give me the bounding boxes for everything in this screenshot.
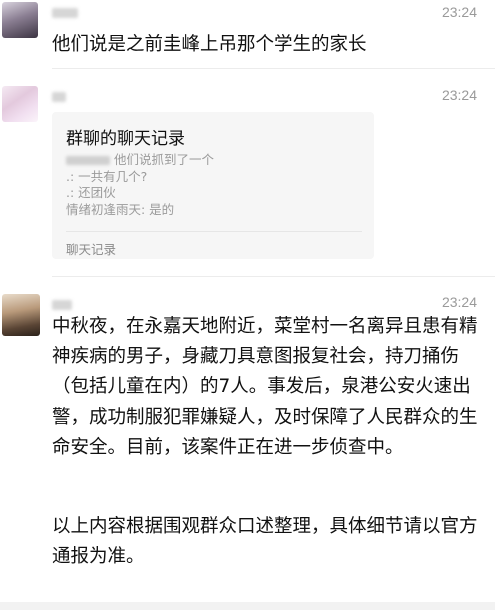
avatar[interactable] <box>2 294 40 336</box>
chat-message-2: 23:24 群聊的聊天记录 他们说抓到了一个 .: 一共有几个? .: 还团伙 … <box>0 70 495 278</box>
chat-record-preview: 他们说抓到了一个 .: 一共有几个? .: 还团伙 情绪初逢雨天: 是的 <box>66 152 214 218</box>
message-time: 23:24 <box>441 294 477 310</box>
message-divider <box>52 68 495 69</box>
blurred-sender <box>66 156 110 165</box>
avatar[interactable] <box>2 86 38 122</box>
chat-record-separator <box>66 231 362 232</box>
chat-record-line: 他们说抓到了一个 <box>66 152 214 169</box>
chat-record-line: 情绪初逢雨天: 是的 <box>66 201 175 217</box>
chat-record-line: .: 一共有几个? <box>66 168 148 184</box>
message-paragraph[interactable]: 以上内容根据围观群众口述整理，具体细节请以官方通报为准。 <box>52 512 480 572</box>
avatar[interactable] <box>2 2 38 38</box>
message-text[interactable]: 他们说是之前圭峰上吊那个学生的家长 <box>52 30 367 56</box>
sender-name-blurred <box>52 90 66 103</box>
message-paragraph[interactable]: 中秋夜，在永嘉天地附近，菜堂村一名离异且患有精神疾病的男子，身藏刀具意图报复社会… <box>52 312 480 463</box>
chat-record-card[interactable]: 群聊的聊天记录 他们说抓到了一个 .: 一共有几个? .: 还团伙 情绪初逢雨天… <box>52 112 374 259</box>
chat-record-title: 群聊的聊天记录 <box>66 129 185 149</box>
chat-record-footer: 聊天记录 <box>66 242 117 257</box>
sender-name-blurred <box>52 298 72 311</box>
chat-message-3: 23:24 中秋夜，在永嘉天地附近，菜堂村一名离异且患有精神疾病的男子，身藏刀具… <box>0 278 495 610</box>
chat-record-line: .: 还团伙 <box>66 185 116 200</box>
message-time: 23:24 <box>441 4 477 20</box>
chat-message-1: 23:24 他们说是之前圭峰上吊那个学生的家长 <box>0 0 495 70</box>
sender-name-blurred <box>52 6 78 19</box>
bottom-separator <box>0 602 495 610</box>
message-time: 23:24 <box>441 87 477 103</box>
message-divider <box>52 276 495 277</box>
